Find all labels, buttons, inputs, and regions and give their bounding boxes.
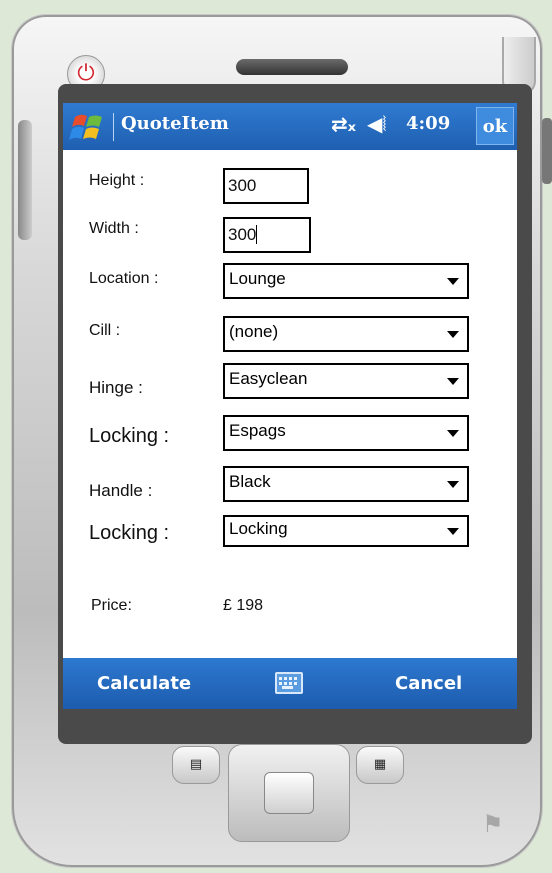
earpiece-speaker	[236, 59, 348, 75]
windows-start-icon[interactable]	[69, 111, 109, 143]
keyboard-icon[interactable]	[275, 672, 303, 694]
price-value: £ 198	[223, 597, 264, 614]
cancel-button[interactable]: Cancel	[395, 673, 462, 694]
locking-label: Locking :	[89, 425, 170, 447]
chevron-down-icon	[447, 481, 459, 488]
app-title: QuoteItem	[121, 113, 229, 134]
calculate-button[interactable]: Calculate	[97, 673, 191, 694]
locking-value-2: Locking	[229, 519, 288, 538]
locking-dropdown-2[interactable]: Locking	[223, 515, 469, 547]
left-hardware-softkey[interactable]: ▤	[172, 746, 220, 784]
handle-dropdown[interactable]: Black	[223, 466, 469, 502]
width-input-value: 300	[228, 225, 257, 244]
locking-label-2: Locking :	[89, 522, 170, 544]
cill-dropdown[interactable]: (none)	[223, 316, 469, 352]
width-input[interactable]: 300	[223, 217, 311, 253]
chevron-down-icon	[447, 278, 459, 285]
clock[interactable]: 4:09	[406, 113, 450, 134]
side-button-left[interactable]	[18, 120, 32, 240]
connectivity-x-icon[interactable]: ⇄ₓ	[331, 112, 356, 136]
title-separator	[113, 113, 114, 141]
hardware-nav-cluster: ▤ ▦	[160, 740, 418, 842]
cill-value: (none)	[229, 322, 279, 341]
hinge-dropdown[interactable]: Easyclean	[223, 363, 469, 399]
height-label: Height :	[89, 172, 145, 189]
chevron-down-icon	[447, 430, 459, 437]
ok-button[interactable]: ok	[476, 107, 514, 145]
location-dropdown[interactable]: Lounge	[223, 263, 469, 299]
width-label: Width :	[89, 220, 139, 237]
handle-label: Handle :	[89, 481, 153, 500]
title-bar: QuoteItem ⇄ₓ ◀⦚ 4:09 ok	[63, 103, 517, 150]
locking-dropdown[interactable]: Espags	[223, 415, 469, 451]
hinge-value: Easyclean	[229, 369, 308, 388]
cill-label: Cill :	[89, 322, 121, 339]
locking-value: Espags	[229, 421, 286, 440]
side-button-right[interactable]	[542, 118, 552, 184]
quote-form: Height : 300 Width : 300 Location : Loun…	[63, 150, 517, 658]
right-hardware-softkey[interactable]: ▦	[356, 746, 404, 784]
location-label: Location :	[89, 270, 159, 287]
location-value: Lounge	[229, 269, 286, 288]
device-screen: QuoteItem ⇄ₓ ◀⦚ 4:09 ok Height : 300 Wid…	[63, 103, 517, 709]
dpad-action-button[interactable]	[264, 772, 314, 814]
speaker-icon[interactable]: ◀⦚	[367, 112, 387, 136]
height-input[interactable]: 300	[223, 168, 309, 204]
windows-flag-logo-icon: ⚑	[482, 810, 504, 838]
chevron-down-icon	[447, 378, 459, 385]
price-label: Price:	[91, 597, 132, 614]
hinge-label: Hinge :	[89, 378, 143, 397]
softkey-bar: Calculate Cancel	[63, 658, 517, 709]
handle-value: Black	[229, 472, 271, 491]
chevron-down-icon	[447, 528, 459, 535]
chevron-down-icon	[447, 331, 459, 338]
